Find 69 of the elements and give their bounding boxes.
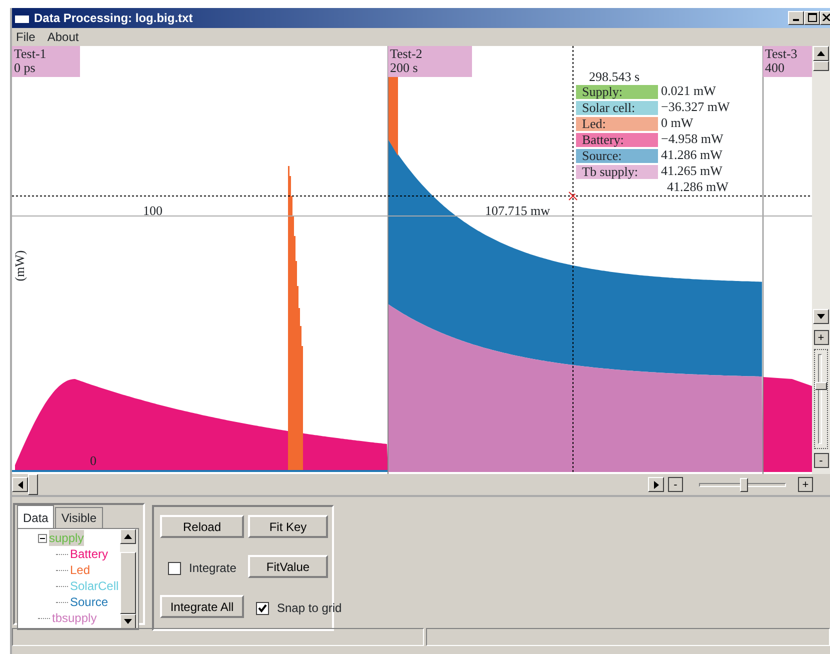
- zoom-in-button[interactable]: +: [814, 330, 828, 345]
- zoom-out-button[interactable]: -: [814, 453, 828, 468]
- readout-total: 41.286 mW: [666, 180, 730, 194]
- readout-value: 41.265 mW: [660, 164, 724, 180]
- scroll-down-button[interactable]: [120, 614, 136, 629]
- scroll-down-button[interactable]: [813, 309, 829, 324]
- window-icon: [14, 12, 30, 24]
- close-button[interactable]: [820, 11, 830, 25]
- reference-label: 100: [143, 202, 162, 220]
- zoom-in-button[interactable]: +: [798, 477, 813, 492]
- readout-value: 0 mW: [660, 116, 694, 132]
- readout-value: −4.958 mW: [660, 132, 724, 148]
- down-arrow-icon: [124, 619, 132, 624]
- marker-time: 200 s: [390, 61, 419, 75]
- check-icon: [257, 602, 268, 614]
- marker-name: Test-3: [765, 47, 798, 61]
- scroll-thumb[interactable]: [813, 61, 829, 71]
- scroll-left-button[interactable]: [12, 477, 28, 492]
- axis-label: 0: [90, 452, 96, 470]
- tab[interactable]: Data: [17, 505, 54, 528]
- action-button[interactable]: FitValue: [248, 555, 328, 578]
- legend-label: Tb supply:: [576, 165, 658, 179]
- tree-item[interactable]: Battery: [70, 546, 108, 562]
- action-button[interactable]: Integrate All: [160, 595, 244, 618]
- close-icon: [822, 13, 830, 22]
- menu-item[interactable]: About: [47, 28, 79, 46]
- legend-label: Solar cell:: [576, 101, 658, 115]
- checkbox[interactable]: [256, 602, 269, 614]
- zoom-slider[interactable]: [699, 478, 786, 492]
- tree-item[interactable]: Source: [70, 594, 108, 610]
- scroll-right-button[interactable]: [648, 477, 664, 492]
- readout-value: 0.021 mW: [660, 84, 717, 100]
- action-button[interactable]: Fit Key: [248, 515, 328, 538]
- tab[interactable]: Visible: [55, 507, 102, 528]
- up-arrow-icon: [124, 534, 132, 539]
- checkbox-label[interactable]: Snap to grid: [277, 599, 342, 617]
- left-arrow-icon: [18, 480, 22, 488]
- readout-value: −36.327 mW: [660, 100, 731, 116]
- checkbox-label[interactable]: Integrate: [189, 559, 236, 577]
- marker-name: Test-2: [390, 47, 424, 61]
- menu-item[interactable]: File: [16, 28, 36, 46]
- legend-label: Battery:: [576, 133, 658, 147]
- scroll-thumb[interactable]: [28, 474, 38, 495]
- legend-label: Led:: [576, 117, 658, 131]
- down-arrow-icon: [817, 314, 825, 319]
- axis-label: (mW): [12, 250, 28, 282]
- cursor-marker-icon: [568, 192, 578, 200]
- scroll-up-button[interactable]: [813, 46, 829, 61]
- readout-time: 298.543 s: [588, 70, 641, 84]
- readout-value: 41.286 mW: [660, 148, 724, 164]
- marker-name: Test-1: [14, 47, 48, 61]
- reference-label: 107.715 mw: [485, 202, 550, 220]
- legend-label: Source:: [576, 149, 658, 163]
- marker-time: 0 ps: [14, 61, 36, 75]
- maximize-icon: [808, 12, 816, 22]
- maximize-button[interactable]: [804, 11, 820, 25]
- right-arrow-icon: [654, 480, 658, 488]
- up-arrow-icon: [817, 51, 825, 56]
- scroll-up-button[interactable]: [120, 529, 136, 544]
- scroll-thumb[interactable]: [120, 552, 136, 614]
- marker-time: 400: [765, 61, 786, 75]
- slider-thumb[interactable]: [740, 478, 748, 492]
- collapse-toggle-icon[interactable]: [38, 534, 47, 542]
- action-button[interactable]: Reload: [160, 515, 244, 538]
- checkbox[interactable]: [168, 562, 181, 574]
- zoom-out-button[interactable]: -: [668, 477, 683, 492]
- window-title: Data Processing: log.big.txt: [34, 10, 193, 27]
- minimize-button[interactable]: [788, 11, 804, 25]
- legend-label: Supply:: [576, 85, 658, 99]
